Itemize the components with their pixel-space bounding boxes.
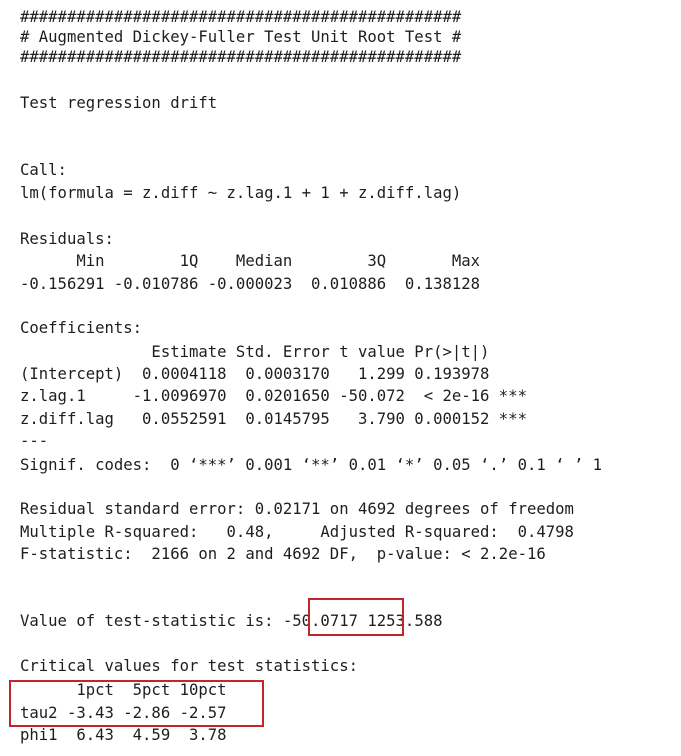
r-console-output: ########################################… [0, 0, 681, 756]
f-statistic-line: F-statistic: 2166 on 2 and 4692 DF, p-va… [20, 545, 546, 563]
coefficient-row-z-lag-1: z.lag.1 -1.0096970 0.0201650 -50.072 < 2… [20, 387, 527, 405]
coefficient-row-intercept: (Intercept) 0.0004118 0.0003170 1.299 0.… [20, 365, 490, 383]
call-label: Call: [20, 161, 67, 179]
residuals-values: -0.156291 -0.010786 -0.000023 0.010886 0… [20, 275, 481, 293]
test-statistic-highlight-box [308, 598, 404, 636]
critical-values-label: Critical values for test statistics: [20, 657, 358, 675]
header-title: # Augmented Dickey-Fuller Test Unit Root… [20, 28, 462, 46]
signif-codes-line: Signif. codes: 0 ‘***’ 0.001 ‘**’ 0.01 ‘… [20, 456, 603, 474]
residuals-header: Min 1Q Median 3Q Max [20, 252, 481, 270]
test-statistic-prefix: Value of test-statistic is: [20, 612, 283, 630]
r-squared-line: Multiple R-squared: 0.48, Adjusted R-squ… [20, 523, 574, 541]
header-hash-bottom: ########################################… [20, 48, 462, 66]
call-formula: lm(formula = z.diff ~ z.lag.1 + 1 + z.di… [20, 184, 462, 202]
coefficient-row-z-diff-lag: z.diff.lag 0.0552591 0.0145795 3.790 0.0… [20, 410, 527, 428]
separator-line: --- [20, 432, 49, 450]
header-hash-top: ########################################… [20, 8, 462, 26]
test-regression-line: Test regression drift [20, 94, 218, 112]
coefficients-label: Coefficients: [20, 319, 143, 337]
residuals-label: Residuals: [20, 230, 114, 248]
critical-values-row-phi1: phi1 6.43 4.59 3.78 [20, 726, 227, 744]
residual-standard-error-line: Residual standard error: 0.02171 on 4692… [20, 500, 574, 518]
coefficients-header: Estimate Std. Error t value Pr(>|t|) [20, 343, 490, 361]
tau2-critical-values-highlight-box [9, 680, 264, 727]
